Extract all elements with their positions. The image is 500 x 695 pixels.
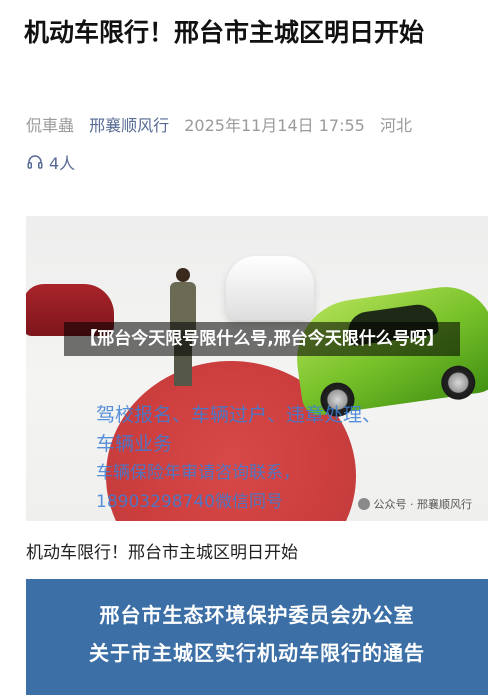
cover-brand: 公众号 · 邢襄顺风行 xyxy=(357,496,473,512)
watermark-line-2: 车辆保险年审请咨询联系， xyxy=(96,463,300,483)
cover-caption: 【邢台今天限号限什么号,邢台今天限什么号呀】 xyxy=(64,322,460,356)
watermark-line-3: 18903298740微信同号 xyxy=(96,492,283,512)
article-meta: 侃車蟲 邢襄顺风行 2025年11月14日 17:55 河北 xyxy=(26,112,486,136)
publish-date: 2025年11月14日 17:55 xyxy=(184,116,365,135)
listen-count[interactable]: 4人 xyxy=(26,150,75,174)
body-subtitle: 机动车限行！邢台市主城区明日开始 xyxy=(26,543,298,563)
account-name-link[interactable]: 邢襄顺风行 xyxy=(89,116,169,135)
account-logo-icon xyxy=(357,498,370,510)
cover-brand-label: 公众号 · 邢襄顺风行 xyxy=(373,498,473,511)
white-car-graphic xyxy=(226,256,314,320)
listen-count-label: 4人 xyxy=(49,154,76,173)
watermark-line-1: 驾校报名、车辆过户、违章处理、车辆业务 xyxy=(96,404,382,455)
cover-watermark: 驾校报名、车辆过户、违章处理、车辆业务 车辆保险年审请咨询联系， 1890329… xyxy=(96,401,386,517)
notice-line-2: 关于市主城区实行机动车限行的通告 xyxy=(89,641,425,665)
headphones-icon xyxy=(27,155,43,169)
notice-banner: 邢台市生态环境保护委员会办公室 关于市主城区实行机动车限行的通告 xyxy=(26,579,488,695)
publish-location: 河北 xyxy=(379,116,412,135)
cover-image[interactable]: 驾校报名、车辆过户、违章处理、车辆业务 车辆保险年审请咨询联系， 1890329… xyxy=(26,216,488,521)
author-name: 侃車蟲 xyxy=(26,116,75,135)
article-title: 机动车限行！邢台市主城区明日开始 xyxy=(24,18,425,47)
notice-line-1: 邢台市生态环境保护委员会办公室 xyxy=(99,603,415,627)
